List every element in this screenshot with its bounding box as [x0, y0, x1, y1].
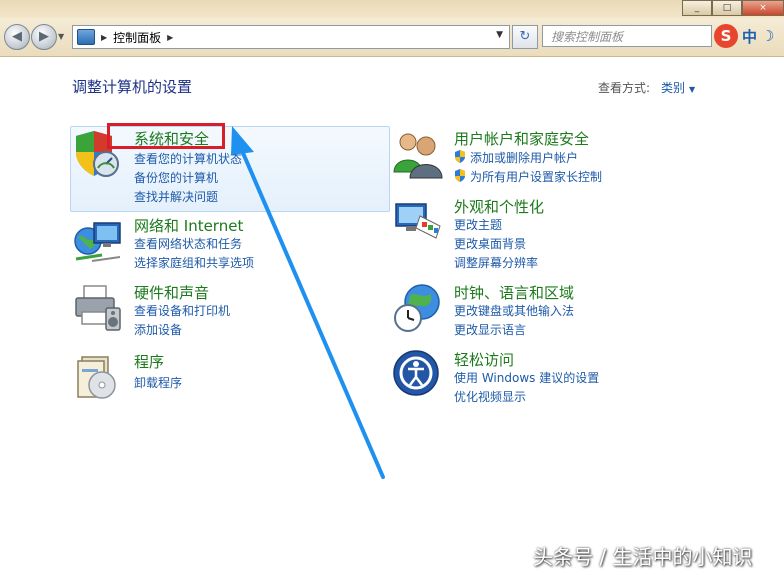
- annotation-arrow: [231, 126, 385, 479]
- watermark-text: 头条号 / 生活中的小知识: [533, 545, 753, 569]
